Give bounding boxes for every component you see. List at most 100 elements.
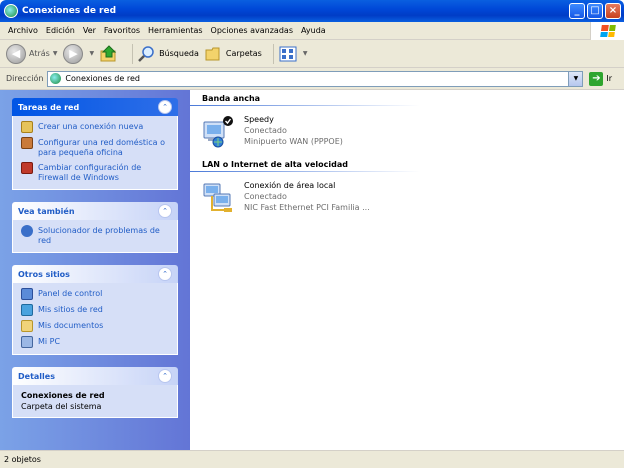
back-button[interactable]: ◀ Atrás ▼ <box>6 43 58 64</box>
task-label: Cambiar configuración de Firewall de Win… <box>38 163 142 182</box>
details-type: Carpeta del sistema <box>21 402 102 411</box>
back-dropdown-icon[interactable]: ▼ <box>53 50 58 57</box>
go-button[interactable]: Ir <box>606 74 612 83</box>
task-label: Mi PC <box>38 337 61 346</box>
broadband-connection-icon <box>203 116 233 148</box>
search-button[interactable]: Búsqueda <box>138 45 199 63</box>
task-troubleshooter[interactable]: Solucionador de problemas de red <box>21 225 169 246</box>
panel-header[interactable]: Otros sitios ⌃ <box>12 265 178 283</box>
title-bar: Conexiones de red _ □ × <box>0 0 624 22</box>
collapse-chevron-icon[interactable]: ⌃ <box>158 267 172 281</box>
up-folder-button[interactable] <box>100 44 121 63</box>
connection-device: NIC Fast Ethernet PCI Familia ... <box>244 203 370 212</box>
maximize-button[interactable]: □ <box>587 3 603 19</box>
back-label: Atrás <box>29 49 50 58</box>
group-divider <box>190 105 420 106</box>
panel-title: Tareas de red <box>18 102 80 112</box>
connection-item-speedy[interactable]: Speedy Conectado Minipuerto WAN (PPPOE) <box>190 106 624 148</box>
views-dropdown-icon[interactable]: ▼ <box>303 50 308 57</box>
connection-device: Minipuerto WAN (PPPOE) <box>244 137 343 146</box>
home-network-icon <box>21 137 33 149</box>
group-header-lan: LAN o Internet de alta velocidad <box>190 158 624 172</box>
window-title: Conexiones de red <box>22 6 117 16</box>
place-my-computer[interactable]: Mi PC <box>21 336 169 348</box>
task-label: Panel de control <box>38 289 103 298</box>
my-computer-icon <box>21 336 33 348</box>
group-title: LAN o Internet de alta velocidad <box>202 160 348 169</box>
search-icon <box>138 45 154 62</box>
folders-icon <box>205 47 220 60</box>
status-bar: 2 objetos <box>0 450 624 468</box>
task-pane: Tareas de red ⌃ Crear una conexión nueva… <box>0 90 190 450</box>
connection-name: Speedy <box>244 115 274 124</box>
task-firewall[interactable]: Cambiar configuración de Firewall de Win… <box>21 162 169 183</box>
place-control-panel[interactable]: Panel de control <box>21 288 169 300</box>
network-places-icon <box>21 304 33 316</box>
task-label: Solucionador de problemas de red <box>38 226 160 245</box>
connection-status: Conectado <box>244 126 287 135</box>
forward-button[interactable]: ▶ ▼ <box>63 43 94 64</box>
firewall-icon <box>21 162 33 174</box>
panel-header[interactable]: Vea también ⌃ <box>12 202 178 220</box>
panel-header[interactable]: Tareas de red ⌃ <box>12 98 178 116</box>
address-bar: Dirección Conexiones de red ▼ ➔ Ir <box>0 68 624 90</box>
connection-name: Conexión de área local <box>244 181 336 190</box>
go-arrow-icon[interactable]: ➔ <box>589 71 604 86</box>
views-icon <box>279 46 297 61</box>
collapse-chevron-icon[interactable]: ⌃ <box>158 204 172 218</box>
connection-item-lan[interactable]: Conexión de área local Conectado NIC Fas… <box>190 172 624 214</box>
windows-logo-icon <box>590 22 624 40</box>
task-label: Mis documentos <box>38 321 104 330</box>
menu-edicion[interactable]: Edición <box>42 26 79 35</box>
minimize-button[interactable]: _ <box>569 3 585 19</box>
help-icon <box>21 225 33 237</box>
connections-list: Banda ancha Speedy Conectado Minipuerto … <box>190 90 624 450</box>
forward-arrow-icon: ▶ <box>63 43 84 64</box>
menu-ayuda[interactable]: Ayuda <box>297 26 330 35</box>
panel-title: Otros sitios <box>18 269 70 279</box>
menu-archivo[interactable]: Archivo <box>4 26 42 35</box>
folders-label: Carpetas <box>225 49 262 58</box>
views-button[interactable]: ▼ <box>279 45 308 63</box>
panel-see-also: Vea también ⌃ Solucionador de problemas … <box>12 202 178 253</box>
group-divider <box>190 171 420 172</box>
place-network-places[interactable]: Mis sitios de red <box>21 304 169 316</box>
window-controls: _ □ × <box>569 3 621 19</box>
menu-bar: Archivo Edición Ver Favoritos Herramient… <box>0 22 624 40</box>
task-label: Crear una conexión nueva <box>38 122 144 131</box>
forward-dropdown-icon[interactable]: ▼ <box>89 50 94 57</box>
menu-ver[interactable]: Ver <box>79 26 100 35</box>
panel-header[interactable]: Detalles ⌃ <box>12 367 178 385</box>
task-label: Configurar una red doméstica o para pequ… <box>38 138 165 157</box>
collapse-chevron-icon[interactable]: ⌃ <box>158 100 172 114</box>
group-header-broadband: Banda ancha <box>190 92 624 106</box>
menu-opciones-avanzadas[interactable]: Opciones avanzadas <box>207 26 297 35</box>
close-button[interactable]: × <box>605 3 621 19</box>
menu-herramientas[interactable]: Herramientas <box>144 26 207 35</box>
folders-button[interactable]: Carpetas <box>205 45 262 63</box>
address-input[interactable]: Conexiones de red ▼ <box>47 70 584 87</box>
network-connections-icon <box>50 73 62 84</box>
status-text: 2 objetos <box>4 455 41 464</box>
my-documents-icon <box>21 320 33 332</box>
panel-other-places: Otros sitios ⌃ Panel de control Mis siti… <box>12 265 178 355</box>
up-folder-icon <box>100 44 117 61</box>
group-title: Banda ancha <box>202 94 261 103</box>
search-label: Búsqueda <box>159 49 199 58</box>
toolbar-separator <box>132 43 134 64</box>
control-panel-icon <box>21 288 33 300</box>
connection-status: Conectado <box>244 192 287 201</box>
back-arrow-icon: ◀ <box>6 43 26 64</box>
address-dropdown-icon[interactable]: ▼ <box>568 71 583 86</box>
task-create-connection[interactable]: Crear una conexión nueva <box>21 121 169 133</box>
panel-title: Vea también <box>18 206 75 216</box>
task-label: Mis sitios de red <box>38 305 103 314</box>
address-label: Dirección <box>6 74 44 83</box>
panel-title: Detalles <box>18 371 55 381</box>
task-home-network[interactable]: Configurar una red doméstica o para pequ… <box>21 137 169 158</box>
place-my-documents[interactable]: Mis documentos <box>21 320 169 332</box>
panel-network-tasks: Tareas de red ⌃ Crear una conexión nueva… <box>12 98 178 190</box>
toolbar-separator <box>272 43 274 64</box>
collapse-chevron-icon[interactable]: ⌃ <box>158 369 172 383</box>
menu-favoritos[interactable]: Favoritos <box>100 26 144 35</box>
